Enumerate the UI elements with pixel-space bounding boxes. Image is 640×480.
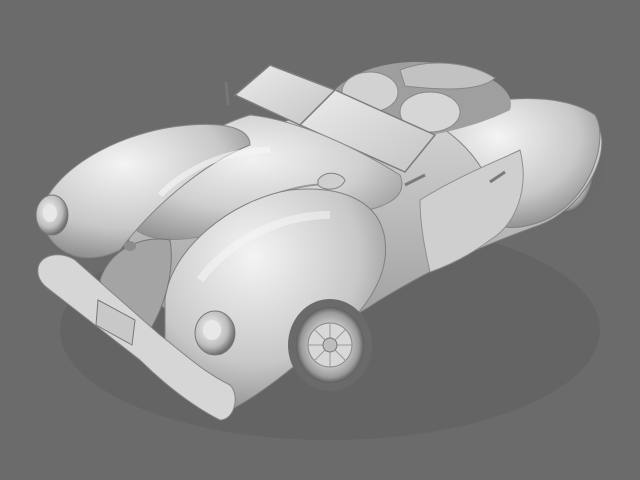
headlight-left	[35, 194, 69, 236]
car-render	[35, 62, 604, 440]
front-wheel	[288, 299, 372, 391]
render-viewport	[0, 0, 640, 480]
folded-top	[399, 62, 496, 90]
fog-lamp	[124, 241, 136, 251]
headlight-right	[194, 310, 236, 356]
